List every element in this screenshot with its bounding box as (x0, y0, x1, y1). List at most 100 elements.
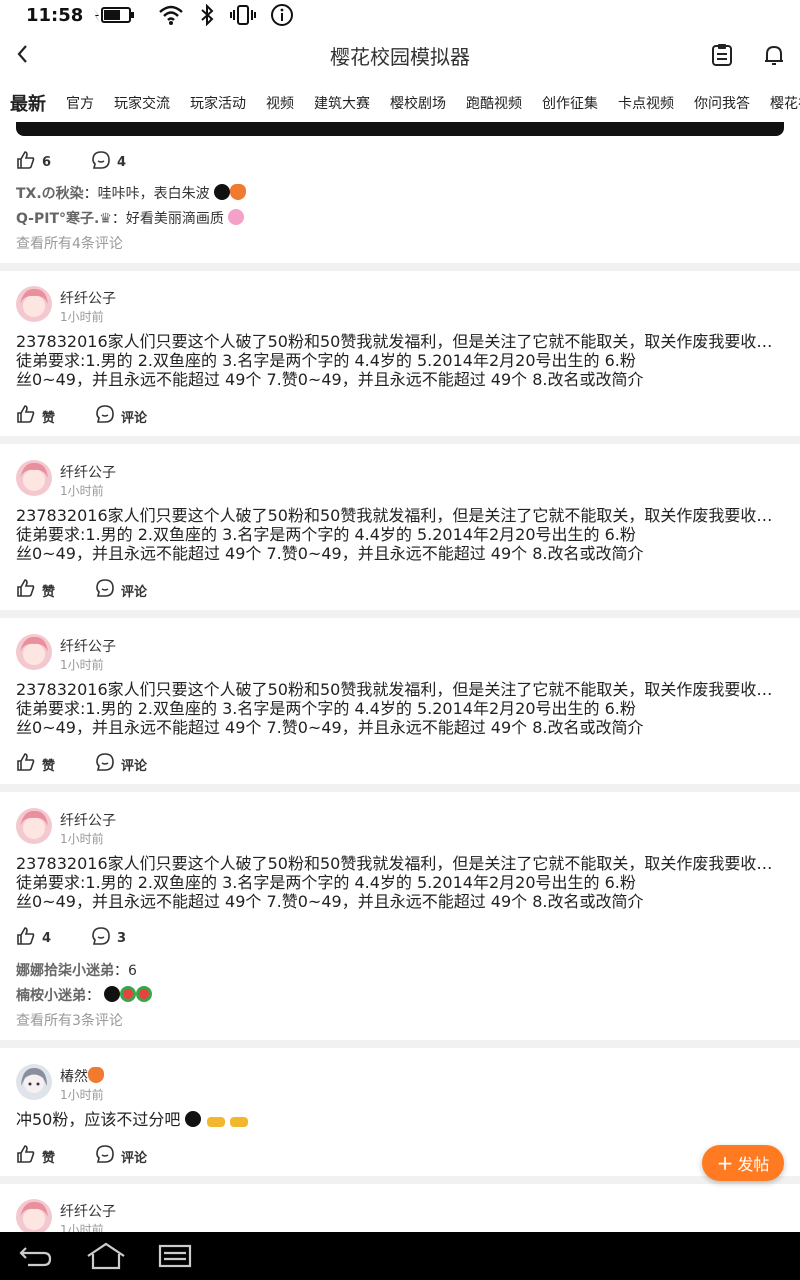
post-text-line: 徒弟要求:1.男的 2.双鱼座的 3.名字是两个字的 4.4岁的 5.2014年… (16, 351, 636, 370)
like-label: 赞 (42, 758, 56, 774)
tab-parkour-video[interactable]: 跑酷视频 (466, 93, 522, 113)
comment-user[interactable]: TX.の秋染 (16, 186, 84, 202)
post-body[interactable]: 237832016家人们只要这个人破了50粉和50赞我就发福利，但是关注了它就不… (16, 854, 788, 911)
avatar[interactable] (16, 286, 52, 322)
back-icon[interactable] (12, 42, 36, 66)
comment-button[interactable]: 4 (91, 150, 126, 174)
view-all-comments-link[interactable]: 查看所有4条评论 (16, 233, 123, 253)
tab-theater[interactable]: 樱校剧场 (390, 93, 446, 113)
tab-official[interactable]: 官方 (66, 93, 94, 113)
comment-label: 评论 (121, 758, 148, 774)
comment-button[interactable]: 评论 (95, 578, 147, 602)
like-button[interactable]: 赞 (16, 752, 55, 776)
comment-user[interactable]: 娜娜拾柒小迷弟 (16, 963, 114, 979)
system-nav-bar (0, 1232, 800, 1280)
tab-player-events[interactable]: 玩家活动 (190, 93, 246, 113)
like-label: 赞 (42, 410, 56, 426)
post-text-line: 丝0~49，并且永远不能超过 49个 7.赞0~49，并且永远不能超过 49个 … (16, 892, 644, 911)
comment-item[interactable]: Q-PIT°寒子.♛：好看美丽滴画质 (16, 208, 245, 228)
post-actions: 赞 评论 (16, 578, 147, 602)
comment-count: 3 (117, 930, 127, 946)
comment-item[interactable]: 娜娜拾柒小迷弟：6 (16, 960, 137, 980)
tab-creation[interactable]: 创作征集 (542, 93, 598, 113)
status-time: 11:58 (26, 4, 84, 26)
face-emoji-icon (214, 184, 231, 200)
like-button[interactable]: 赞 (16, 404, 55, 428)
wifi-icon (158, 4, 184, 26)
tab-video[interactable]: 视频 (266, 93, 294, 113)
thumbs-up-icon (16, 752, 36, 776)
view-all-comments-link[interactable]: 查看所有3条评论 (16, 1010, 123, 1030)
comment-user[interactable]: Q-PIT°寒子.♛ (16, 211, 112, 227)
clipboard-icon[interactable] (709, 42, 735, 68)
post-feed[interactable]: 6 4 TX.の秋染：哇咔咔，表白朱波 Q-PIT°寒子.♛：好看美丽滴画质 查… (0, 122, 800, 1232)
comment-button[interactable]: 评论 (95, 1144, 147, 1168)
tab-qa[interactable]: 你问我答 (694, 93, 750, 113)
page-title: 樱花校园模拟器 (330, 44, 470, 69)
post-author-name: 椿然 (60, 1069, 88, 1085)
post-author[interactable]: 纤纤公子 (60, 288, 116, 308)
post-author[interactable]: 纤纤公子 (60, 810, 116, 830)
like-button[interactable]: 6 (16, 150, 51, 174)
vibrate-icon (230, 4, 256, 26)
comment-item[interactable]: 楠桉小迷弟： (16, 985, 153, 1005)
comment-item[interactable]: TX.の秋染：哇咔咔，表白朱波 (16, 183, 247, 203)
plus-icon: + (716, 1151, 734, 1175)
home-nav-icon[interactable] (86, 1242, 126, 1274)
tab-latest[interactable]: 最新 (10, 90, 46, 116)
back-nav-icon[interactable] (18, 1242, 54, 1274)
comment-icon (95, 1144, 115, 1168)
post-divider (0, 784, 800, 792)
comment-button[interactable]: 评论 (95, 752, 147, 776)
comment-button[interactable]: 3 (91, 926, 126, 950)
app-header: 樱花校园模拟器 (0, 30, 800, 80)
post-author[interactable]: 椿然 (60, 1066, 104, 1086)
post-body[interactable]: 237832016家人们只要这个人破了50粉和50赞我就发福利，但是关注了它就不… (16, 332, 788, 389)
post-body[interactable]: 冲50粉，应该不过分吧 (16, 1110, 788, 1129)
comment-button[interactable]: 评论 (95, 404, 147, 428)
post-body[interactable]: 237832016家人们只要这个人破了50粉和50赞我就发福利，但是关注了它就不… (16, 680, 788, 737)
recent-apps-icon[interactable] (158, 1242, 192, 1274)
thumbs-up-icon (16, 404, 36, 428)
pointing-hand-icon (229, 1117, 248, 1127)
new-post-button[interactable]: + 发帖 (702, 1145, 784, 1181)
like-button[interactable]: 4 (16, 926, 51, 950)
comment-user[interactable]: 楠桉小迷弟 (16, 988, 86, 1004)
post-time: 1小时前 (60, 832, 104, 846)
post-text-line: 徒弟要求:1.男的 2.双鱼座的 3.名字是两个字的 4.4岁的 5.2014年… (16, 873, 636, 892)
comment-icon (91, 150, 111, 174)
post-text-line: 237832016家人们只要这个人破了50粉和50赞我就发福利，但是关注了它就不… (16, 506, 788, 525)
tab-build-contest[interactable]: 建筑大赛 (314, 93, 370, 113)
like-label: 赞 (42, 584, 56, 600)
avatar[interactable] (16, 634, 52, 670)
comment-text: ：好看美丽滴画质 (111, 211, 224, 227)
post-divider (0, 436, 800, 444)
post-actions: 赞 评论 (16, 752, 147, 776)
avatar[interactable] (16, 808, 52, 844)
tab-more[interactable]: 樱花视 (770, 93, 800, 113)
post-divider (0, 610, 800, 618)
avatar[interactable] (16, 1064, 52, 1100)
avatar[interactable] (16, 1199, 52, 1232)
comment-label: 评论 (121, 1150, 148, 1166)
post-text-line: 丝0~49，并且永远不能超过 49个 7.赞0~49，并且永远不能超过 49个 … (16, 718, 644, 737)
post-body[interactable]: 237832016家人们只要这个人破了50粉和50赞我就发福利，但是关注了它就不… (16, 506, 788, 563)
tab-beat-video[interactable]: 卡点视频 (618, 93, 674, 113)
post-actions: 4 3 (16, 926, 126, 950)
post-divider (0, 1040, 800, 1048)
comment-icon (95, 578, 115, 602)
post-author[interactable]: 纤纤公子 (60, 636, 116, 656)
avatar[interactable] (16, 460, 52, 496)
post-actions: 6 4 (16, 150, 126, 174)
post-text-line: 237832016家人们只要这个人破了50粉和50赞我就发福利，但是关注了它就不… (16, 680, 788, 699)
like-label: 赞 (42, 1150, 56, 1166)
bell-icon[interactable] (761, 42, 787, 68)
like-button[interactable]: 赞 (16, 578, 55, 602)
post-author[interactable]: 纤纤公子 (60, 462, 116, 482)
like-button[interactable]: 赞 (16, 1144, 55, 1168)
post-text-line: 237832016家人们只要这个人破了50粉和50赞我就发福利，但是关注了它就不… (16, 332, 788, 351)
post-text-line: 徒弟要求:1.男的 2.双鱼座的 3.名字是两个字的 4.4岁的 5.2014年… (16, 525, 636, 544)
post-time: 1小时前 (60, 484, 104, 498)
tab-player-chat[interactable]: 玩家交流 (114, 93, 170, 113)
post-author[interactable]: 纤纤公子 (60, 1201, 116, 1221)
